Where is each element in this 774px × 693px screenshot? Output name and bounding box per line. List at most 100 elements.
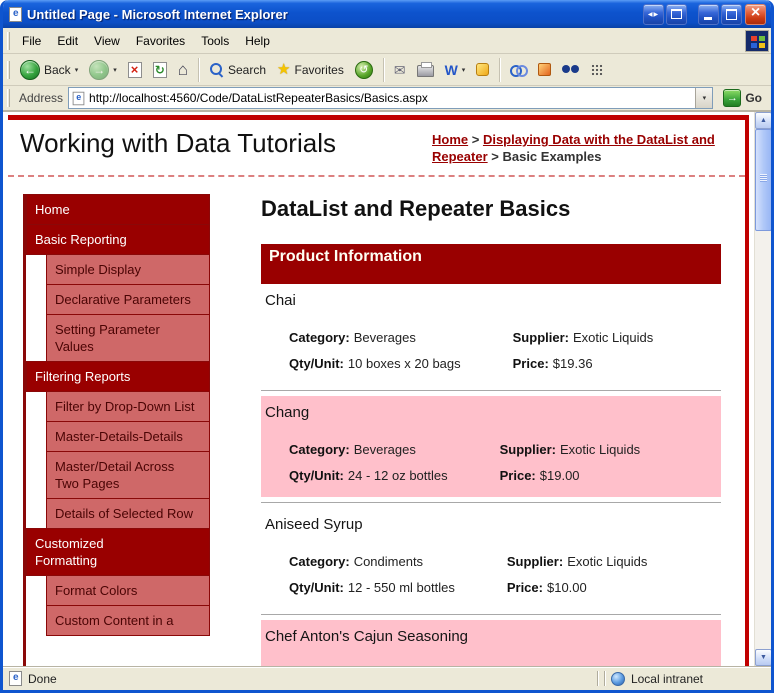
menu-file[interactable]: File	[14, 30, 49, 52]
product-item: Chai Category: Beverages Supplier: Exotic …	[261, 284, 721, 385]
vertical-scrollbar[interactable]	[754, 112, 771, 666]
rings-icon	[510, 64, 529, 77]
sidebar-link-details-of-selected-row[interactable]: Details of Selected Row	[46, 498, 210, 529]
edit-dropdown-icon[interactable]	[462, 66, 466, 74]
product-item: Chef Anton's Cajun Seasoning Category:Co…	[261, 620, 721, 666]
titlebar-arrows-button[interactable]	[643, 3, 664, 25]
category-label: Category:	[289, 330, 350, 345]
back-dropdown-icon[interactable]	[75, 66, 79, 74]
security-zone-label: Local intranet	[630, 671, 703, 686]
history-button[interactable]	[350, 58, 378, 82]
menu-tools[interactable]: Tools	[193, 30, 237, 52]
menu-edit[interactable]: Edit	[49, 30, 86, 52]
browser-viewport: Working with Data Tutorials Home > Displ…	[3, 112, 771, 666]
supplier-value: Exotic Liquids	[572, 330, 654, 345]
edit-button[interactable]	[440, 60, 471, 80]
menu-favorites[interactable]: Favorites	[128, 30, 193, 52]
sidebar-section-customized-formatting[interactable]: Customized Formatting	[26, 528, 210, 576]
favorites-button[interactable]: Favorites	[272, 59, 349, 80]
go-arrow-icon	[723, 89, 742, 107]
tiles-button[interactable]	[585, 60, 608, 79]
back-label: Back	[44, 62, 71, 77]
toolbar-grip[interactable]	[7, 31, 10, 50]
scroll-up-button[interactable]	[755, 112, 771, 129]
print-icon	[416, 62, 434, 77]
product-name: Aniseed Syrup	[265, 516, 363, 533]
find-button[interactable]	[557, 62, 584, 78]
messenger-button[interactable]	[471, 60, 494, 79]
search-button[interactable]: Search	[204, 59, 271, 80]
refresh-button[interactable]	[148, 59, 172, 81]
site-title: Working with Data Tutorials	[20, 128, 336, 158]
sidebar-link-master-details-details[interactable]: Master-Details-Details	[46, 421, 210, 452]
sidebar-link-declarative-parameters[interactable]: Declarative Parameters	[46, 284, 210, 315]
favorites-star-icon	[277, 62, 290, 77]
history-icon	[354, 60, 373, 79]
qty-cell: Qty/Unit: 12 - 550 ml bottles	[289, 580, 455, 595]
price-value: $19.36	[552, 356, 593, 371]
forward-dropdown-icon[interactable]	[113, 66, 117, 74]
print-button[interactable]	[412, 59, 439, 80]
sidebar-link-format-colors[interactable]: Format Colors	[46, 575, 210, 606]
product-name: Chef Anton's Cajun Seasoning	[265, 628, 469, 645]
sidebar-link-filter-by-drop-down-list[interactable]: Filter by Drop-Down List	[46, 391, 210, 422]
breadcrumb-home-link[interactable]: Home	[432, 132, 468, 147]
titlebar[interactable]: Untitled Page - Microsoft Internet Explo…	[3, 0, 771, 28]
product-item: Chang Category: Beverages Supplier: Exotic…	[261, 396, 721, 497]
home-icon	[178, 61, 188, 78]
sidebar-link-master-detail-across-two-pages[interactable]: Master/Detail Across Two Pages	[46, 451, 210, 499]
supplier-value: Exotic Liquids	[567, 554, 648, 569]
grid-icon	[590, 63, 604, 76]
main-content: DataList and Repeater Basics Product Inf…	[261, 194, 721, 666]
supplier-label: Supplier:	[512, 330, 569, 345]
qty-value: 10 boxes x 20 bags	[347, 356, 461, 371]
toolbar-separator	[198, 57, 199, 82]
price-value: $10.00	[546, 580, 587, 595]
page-icon	[72, 91, 85, 105]
sidebar-link-setting-parameter-values[interactable]: Setting Parameter Values	[46, 314, 210, 362]
address-input-box[interactable]	[68, 87, 714, 109]
page-header: Working with Data Tutorials Home > Displ…	[8, 120, 745, 177]
product-name: Chang	[265, 404, 310, 421]
menu-view[interactable]: View	[86, 30, 128, 52]
address-bar: Address Go	[3, 86, 771, 112]
stop-button[interactable]	[123, 59, 147, 81]
toolbar-grip[interactable]	[7, 60, 10, 79]
item-separator	[261, 502, 721, 503]
qty-value: 12 - 550 ml bottles	[347, 580, 455, 595]
sidebar-nav: Home Basic Reporting Simple Display Decl…	[23, 194, 210, 666]
product-name: Chai	[265, 292, 296, 309]
mail-button[interactable]	[389, 60, 411, 80]
price-label: Price:	[506, 580, 543, 595]
binoculars-icon	[562, 64, 580, 75]
back-arrow-icon	[20, 59, 40, 80]
product-item: Aniseed Syrup Category: Condiments Suppli…	[261, 508, 721, 609]
toolbar-grip[interactable]	[7, 89, 10, 107]
forward-arrow-icon	[89, 59, 110, 80]
sidebar-link-simple-display[interactable]: Simple Display	[46, 254, 210, 285]
sidebar-link-home[interactable]: Home	[26, 194, 210, 225]
scroll-thumb[interactable]	[755, 129, 771, 231]
product-information-header: Product Information	[261, 244, 721, 284]
titlebar-screen-button[interactable]	[666, 3, 687, 25]
menu-help[interactable]: Help	[237, 30, 278, 52]
sidebar-section-filtering-reports[interactable]: Filtering Reports	[26, 361, 210, 392]
home-button[interactable]	[173, 58, 193, 81]
address-dropdown-button[interactable]	[695, 88, 713, 108]
minimize-button[interactable]	[698, 3, 719, 25]
back-button[interactable]: Back	[15, 57, 83, 83]
forward-button[interactable]	[84, 57, 122, 83]
scroll-down-button[interactable]	[755, 649, 771, 666]
close-button[interactable]	[745, 3, 766, 25]
supplier-cell: Supplier: Exotic Liquids	[513, 330, 654, 345]
go-button[interactable]: Go	[718, 88, 767, 108]
highlighter-button[interactable]	[533, 60, 556, 79]
address-input[interactable]	[89, 89, 692, 107]
sidebar-link-custom-content[interactable]: Custom Content in a	[46, 605, 210, 636]
toolbar-separator	[499, 57, 501, 82]
status-bar: Done Local intranet	[3, 666, 771, 690]
research-button[interactable]	[505, 61, 532, 79]
sidebar-section-basic-reporting[interactable]: Basic Reporting	[26, 224, 210, 255]
maximize-button[interactable]	[721, 3, 742, 25]
windows-logo-icon	[745, 29, 769, 52]
